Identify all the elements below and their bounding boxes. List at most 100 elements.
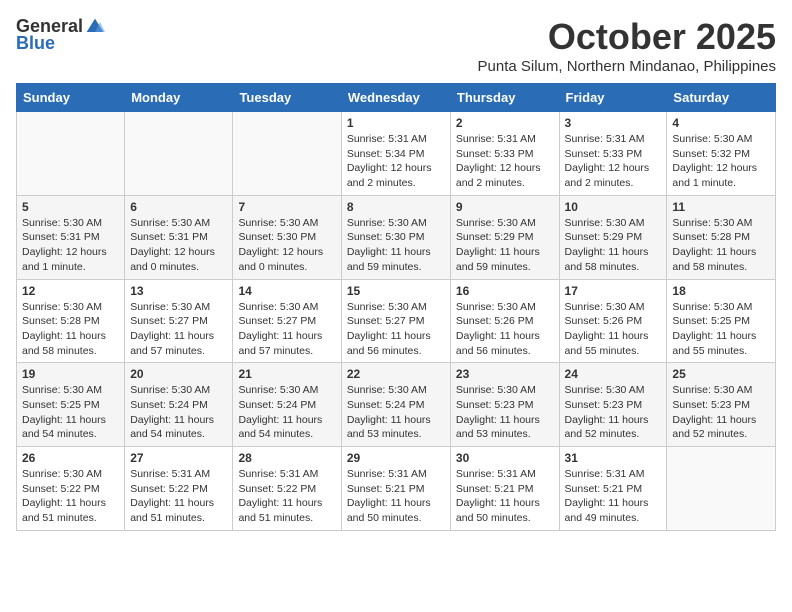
table-row: 19Sunrise: 5:30 AM Sunset: 5:25 PM Dayli… [17, 363, 125, 447]
day-info: Sunrise: 5:30 AM Sunset: 5:30 PM Dayligh… [347, 216, 445, 275]
table-row: 18 Sunrise: 5:30 AM Sunset: 5:25 PM Dayli… [667, 279, 776, 363]
calendar-week-1: 1 Sunrise: 5:31 AM Sunset: 5:34 PM Daylig… [17, 112, 776, 196]
table-row: 1 Sunrise: 5:31 AM Sunset: 5:34 PM Daylig… [341, 112, 450, 196]
header-thursday: Thursday [450, 84, 559, 112]
day-number: 15 [347, 284, 445, 298]
day-number: 28 [238, 451, 335, 465]
day-number: 26 [22, 451, 119, 465]
day-info: Sunrise: 5:31 AM Sunset: 5:21 PM Dayligh… [565, 467, 662, 526]
calendar-header-row: Sunday Monday Tuesday Wednesday Thursday… [17, 84, 776, 112]
header-monday: Monday [125, 84, 233, 112]
day-number: 18 [672, 284, 770, 298]
table-row: 20 Sunrise: 5:30 AM Sunset: 5:24 PM Dayli… [125, 363, 233, 447]
title-section: October 2025 Punta Silum, Northern Minda… [478, 16, 777, 75]
day-number: 10 [565, 200, 662, 214]
table-row: 28 Sunrise: 5:31 AM Sunset: 5:22 PM Dayli… [233, 447, 341, 531]
table-row: 16 Sunrise: 5:30 AM Sunset: 5:26 PM Dayli… [450, 279, 559, 363]
day-info: Sunrise: 5:30 AM Sunset: 5:24 PM Dayligh… [130, 383, 227, 442]
day-info: Sunrise: 5:30 AM Sunset: 5:24 PM Dayligh… [347, 383, 445, 442]
day-number: 29 [347, 451, 445, 465]
day-number: 20 [130, 367, 227, 381]
day-info: Sunrise: 5:30 AM Sunset: 5:31 PM Dayligh… [22, 216, 119, 275]
table-row: 15Sunrise: 5:30 AM Sunset: 5:27 PM Dayli… [341, 279, 450, 363]
table-row: 9 Sunrise: 5:30 AM Sunset: 5:29 PM Daylig… [450, 195, 559, 279]
day-number: 13 [130, 284, 227, 298]
table-row: 10 Sunrise: 5:30 AM Sunset: 5:29 PM Dayli… [559, 195, 667, 279]
day-number: 2 [456, 116, 554, 130]
day-number: 22 [347, 367, 445, 381]
day-info: Sunrise: 5:30 AM Sunset: 5:32 PM Dayligh… [672, 132, 770, 191]
day-number: 16 [456, 284, 554, 298]
header-tuesday: Tuesday [233, 84, 341, 112]
table-row: 24Sunrise: 5:30 AM Sunset: 5:23 PM Dayli… [559, 363, 667, 447]
day-info: Sunrise: 5:31 AM Sunset: 5:22 PM Dayligh… [238, 467, 335, 526]
header-wednesday: Wednesday [341, 84, 450, 112]
day-number: 5 [22, 200, 119, 214]
table-row: 27Sunrise: 5:31 AM Sunset: 5:22 PM Dayli… [125, 447, 233, 531]
day-info: Sunrise: 5:30 AM Sunset: 5:23 PM Dayligh… [565, 383, 662, 442]
table-row: 22 Sunrise: 5:30 AM Sunset: 5:24 PM Dayli… [341, 363, 450, 447]
table-row: 23Sunrise: 5:30 AM Sunset: 5:23 PM Dayli… [450, 363, 559, 447]
day-info: Sunrise: 5:30 AM Sunset: 5:30 PM Dayligh… [238, 216, 335, 275]
table-row: 5 Sunrise: 5:30 AM Sunset: 5:31 PM Daylig… [17, 195, 125, 279]
logo-blue-text: Blue [16, 33, 55, 54]
day-number: 25 [672, 367, 770, 381]
day-info: Sunrise: 5:30 AM Sunset: 5:24 PM Dayligh… [238, 383, 335, 442]
day-info: Sunrise: 5:31 AM Sunset: 5:22 PM Dayligh… [130, 467, 227, 526]
table-row: 25 Sunrise: 5:30 AM Sunset: 5:23 PM Dayli… [667, 363, 776, 447]
day-number: 7 [238, 200, 335, 214]
day-info: Sunrise: 5:31 AM Sunset: 5:21 PM Dayligh… [347, 467, 445, 526]
calendar-week-4: 19Sunrise: 5:30 AM Sunset: 5:25 PM Dayli… [17, 363, 776, 447]
subtitle: Punta Silum, Northern Mindanao, Philippi… [478, 58, 777, 75]
day-number: 31 [565, 451, 662, 465]
calendar-week-2: 5 Sunrise: 5:30 AM Sunset: 5:31 PM Daylig… [17, 195, 776, 279]
table-row: 7 Sunrise: 5:30 AM Sunset: 5:30 PM Daylig… [233, 195, 341, 279]
day-info: Sunrise: 5:30 AM Sunset: 5:29 PM Dayligh… [456, 216, 554, 275]
month-title: October 2025 [478, 16, 777, 58]
day-info: Sunrise: 5:31 AM Sunset: 5:33 PM Dayligh… [456, 132, 554, 191]
table-row: 31 Sunrise: 5:31 AM Sunset: 5:21 PM Dayli… [559, 447, 667, 531]
table-row: 6 Sunrise: 5:30 AM Sunset: 5:31 PM Daylig… [125, 195, 233, 279]
logo-icon [85, 17, 105, 37]
table-row: 14 Sunrise: 5:30 AM Sunset: 5:27 PM Dayli… [233, 279, 341, 363]
day-number: 12 [22, 284, 119, 298]
day-info: Sunrise: 5:30 AM Sunset: 5:26 PM Dayligh… [456, 300, 554, 359]
calendar-table: Sunday Monday Tuesday Wednesday Thursday… [16, 83, 776, 531]
logo: General Blue [16, 16, 105, 54]
day-number: 23 [456, 367, 554, 381]
day-number: 8 [347, 200, 445, 214]
day-info: Sunrise: 5:30 AM Sunset: 5:27 PM Dayligh… [238, 300, 335, 359]
table-row: 30Sunrise: 5:31 AM Sunset: 5:21 PM Dayli… [450, 447, 559, 531]
table-row: 3 Sunrise: 5:31 AM Sunset: 5:33 PM Daylig… [559, 112, 667, 196]
day-number: 11 [672, 200, 770, 214]
day-info: Sunrise: 5:30 AM Sunset: 5:25 PM Dayligh… [672, 300, 770, 359]
day-info: Sunrise: 5:30 AM Sunset: 5:29 PM Dayligh… [565, 216, 662, 275]
header-sunday: Sunday [17, 84, 125, 112]
table-row: 17Sunrise: 5:30 AM Sunset: 5:26 PM Dayli… [559, 279, 667, 363]
day-info: Sunrise: 5:30 AM Sunset: 5:31 PM Dayligh… [130, 216, 227, 275]
table-row: 8 Sunrise: 5:30 AM Sunset: 5:30 PM Daylig… [341, 195, 450, 279]
day-info: Sunrise: 5:30 AM Sunset: 5:23 PM Dayligh… [672, 383, 770, 442]
table-row: 13Sunrise: 5:30 AM Sunset: 5:27 PM Dayli… [125, 279, 233, 363]
day-number: 1 [347, 116, 445, 130]
table-row: 21 Sunrise: 5:30 AM Sunset: 5:24 PM Dayli… [233, 363, 341, 447]
day-number: 14 [238, 284, 335, 298]
day-number: 30 [456, 451, 554, 465]
day-number: 21 [238, 367, 335, 381]
day-info: Sunrise: 5:30 AM Sunset: 5:26 PM Dayligh… [565, 300, 662, 359]
day-info: Sunrise: 5:31 AM Sunset: 5:33 PM Dayligh… [565, 132, 662, 191]
table-row: 4 Sunrise: 5:30 AM Sunset: 5:32 PM Daylig… [667, 112, 776, 196]
table-row: 12 Sunrise: 5:30 AM Sunset: 5:28 PM Dayli… [17, 279, 125, 363]
calendar-week-5: 26Sunrise: 5:30 AM Sunset: 5:22 PM Dayli… [17, 447, 776, 531]
table-row [233, 112, 341, 196]
table-row: 2 Sunrise: 5:31 AM Sunset: 5:33 PM Daylig… [450, 112, 559, 196]
table-row: 26Sunrise: 5:30 AM Sunset: 5:22 PM Dayli… [17, 447, 125, 531]
day-number: 3 [565, 116, 662, 130]
table-row [667, 447, 776, 531]
calendar-week-3: 12 Sunrise: 5:30 AM Sunset: 5:28 PM Dayli… [17, 279, 776, 363]
day-number: 9 [456, 200, 554, 214]
day-number: 6 [130, 200, 227, 214]
day-number: 4 [672, 116, 770, 130]
day-info: Sunrise: 5:30 AM Sunset: 5:28 PM Dayligh… [22, 300, 119, 359]
day-info: Sunrise: 5:31 AM Sunset: 5:34 PM Dayligh… [347, 132, 445, 191]
